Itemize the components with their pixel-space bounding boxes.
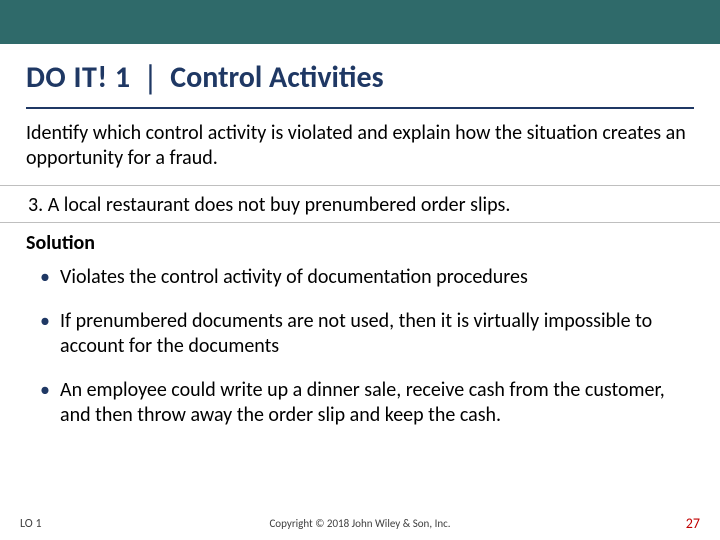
slide: DO IT! 1 | Control Activities Identify w… xyxy=(0,0,720,540)
page-number: 27 xyxy=(686,515,700,532)
divider-2 xyxy=(0,222,720,223)
footer: LO 1 Copyright © 2018 John Wiley & Son, … xyxy=(0,515,720,532)
learning-objective: LO 1 xyxy=(20,517,42,531)
title-prefix: DO IT! 1 xyxy=(26,59,131,96)
list-item: If prenumbered documents are not used, t… xyxy=(26,309,694,360)
list-item: An employee could write up a dinner sale… xyxy=(26,378,694,429)
solution-label: Solution xyxy=(26,231,694,255)
title-row: DO IT! 1 | Control Activities xyxy=(26,56,694,97)
prompt-text: Identify which control activity is viola… xyxy=(26,121,694,171)
title-main: Control Activities xyxy=(170,59,383,96)
copyright-text: Copyright © 2018 John Wiley & Son, Inc. xyxy=(269,517,450,530)
list-item: Violates the control activity of documen… xyxy=(26,265,694,291)
divider-1 xyxy=(0,185,720,186)
question-text: 3. A local restaurant does not buy prenu… xyxy=(28,192,694,218)
solution-list: Violates the control activity of documen… xyxy=(26,265,694,429)
content-area: DO IT! 1 | Control Activities Identify w… xyxy=(0,44,720,429)
title-divider-icon: | xyxy=(143,58,159,99)
title-underline xyxy=(26,107,694,109)
top-bar xyxy=(0,0,720,44)
